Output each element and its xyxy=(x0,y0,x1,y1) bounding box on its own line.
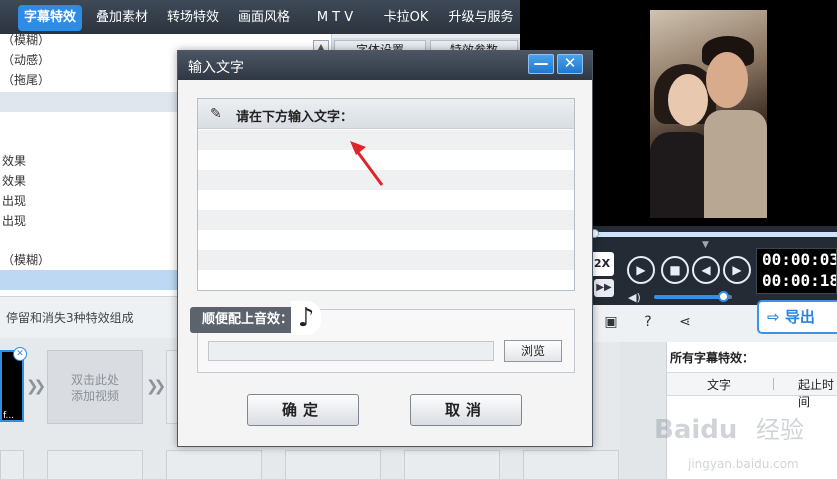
minimize-button[interactable]: — xyxy=(528,54,554,74)
text-input-box: ✎ 请在下方输入文字： xyxy=(197,98,575,291)
timeline-slot[interactable] xyxy=(47,450,143,479)
text-input-header: ✎ 请在下方输入文字： xyxy=(198,99,574,129)
subtitle-panel-title: 所有字幕特效： xyxy=(670,351,755,365)
effect-description: 停留和消失3种特效组成 xyxy=(6,311,134,325)
export-label: 导出 xyxy=(784,308,815,326)
sound-effect-label: 顺便配上音效： xyxy=(190,307,300,333)
tab-upgrade-service[interactable]: 升级与服务 xyxy=(443,5,519,31)
main-tab-bar: 字幕特效 叠加素材 转场特效 画面风格 M T V 卡拉OK 升级与服务 xyxy=(0,0,520,34)
dialog-title: 输入文字 xyxy=(188,60,244,76)
sound-file-input[interactable] xyxy=(208,341,494,361)
chevron-down-icon[interactable]: ▼ xyxy=(702,240,709,250)
tab-transition-effects[interactable]: 转场特效 xyxy=(161,5,225,31)
timeline-slot[interactable] xyxy=(285,450,381,479)
tab-karaoke[interactable]: 卡拉OK xyxy=(374,5,438,31)
stop-icon[interactable]: ■ xyxy=(661,256,689,284)
text-input-prompt: 请在下方输入文字： xyxy=(236,110,354,125)
remove-clip-icon[interactable]: ✕ xyxy=(13,347,27,361)
dialog-title-bar[interactable]: 输入文字 — ✕ xyxy=(178,51,592,80)
input-text-dialog: 输入文字 — ✕ ✎ 请在下方输入文字： 顺便配上音效： ♪ 浏览 确定 取消 xyxy=(177,50,593,447)
tab-mtv[interactable]: M T V xyxy=(303,5,367,31)
export-icon: ⇨ xyxy=(767,308,780,326)
time-total: 00:00:18 xyxy=(762,271,837,290)
timecode-display: 00:00:03 00:00:18 xyxy=(756,248,837,294)
playback-speed-button[interactable]: 2X xyxy=(590,252,614,276)
timeline-slot[interactable] xyxy=(166,450,262,479)
watermark-brand: Baidu xyxy=(654,415,737,445)
add-video-line2: 添加视频 xyxy=(70,389,119,403)
export-button[interactable]: ⇨ 导出 xyxy=(757,300,837,334)
close-button[interactable]: ✕ xyxy=(557,54,583,74)
previous-frame-icon[interactable]: ◀ xyxy=(692,256,720,284)
list-item[interactable]: （模糊） xyxy=(0,34,331,50)
chevron-right-icon: ❯❯ xyxy=(26,377,46,395)
timeline-slot[interactable] xyxy=(0,450,24,479)
browse-button[interactable]: 浏览 xyxy=(504,340,562,362)
tab-subtitle-effects[interactable]: 字幕特效 xyxy=(18,5,82,31)
cancel-button[interactable]: 取消 xyxy=(410,394,522,426)
ok-button[interactable]: 确定 xyxy=(247,394,359,426)
watermark-text: 经验 xyxy=(756,416,804,444)
time-current: 00:00:03 xyxy=(762,250,837,269)
timeline-slot[interactable] xyxy=(404,450,500,479)
share-icon[interactable]: ⋖ xyxy=(676,313,694,331)
music-note-icon: ♪ xyxy=(291,301,321,335)
save-icon[interactable]: ▣ xyxy=(602,313,620,331)
baidu-jingyan-watermark: Baidu 经验 jingyan.baidu.com xyxy=(654,415,804,471)
help-icon[interactable]: ? xyxy=(639,313,657,331)
fast-forward-button[interactable]: ▶▶ xyxy=(594,279,614,297)
clip-caption: f... xyxy=(3,411,15,421)
next-frame-icon[interactable]: ▶ xyxy=(723,256,751,284)
play-icon[interactable]: ▶ xyxy=(627,256,655,284)
chevron-right-icon: ❯❯ xyxy=(146,377,166,395)
volume-icon[interactable]: ◀) xyxy=(628,291,641,304)
add-video-slot[interactable]: 双击此处 添加视频 xyxy=(47,350,143,424)
tab-overlay-material[interactable]: 叠加素材 xyxy=(90,5,154,31)
red-arrow-icon xyxy=(350,141,384,186)
watermark-url: jingyan.baidu.com xyxy=(687,457,799,471)
edit-icon: ✎ xyxy=(210,106,222,122)
add-video-line1: 双击此处 xyxy=(70,373,119,387)
timeline-slot[interactable] xyxy=(523,450,619,479)
playback-progress-bar[interactable] xyxy=(592,232,837,237)
tab-picture-style[interactable]: 画面风格 xyxy=(232,5,296,31)
preview-frame-image xyxy=(650,10,767,218)
